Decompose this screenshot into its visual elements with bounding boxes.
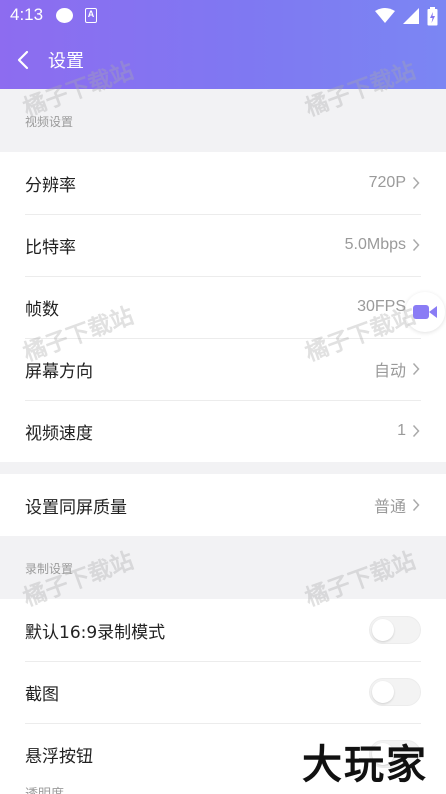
video-settings-group: 分辨率 720P 比特率 5.0Mbps 帧数 30FPS 屏幕方向 自动 视频… bbox=[0, 152, 446, 462]
setting-value: 5.0Mbps bbox=[344, 236, 406, 253]
setting-value: 自动 bbox=[373, 363, 406, 380]
section-label-record: 录制设置 bbox=[25, 562, 74, 576]
setting-label: 分辨率 bbox=[25, 175, 76, 196]
toggle-knob bbox=[372, 619, 394, 641]
setting-label: 默认16:9录制模式 bbox=[25, 622, 166, 643]
video-camera-icon bbox=[413, 305, 437, 319]
setting-value: 30FPS bbox=[357, 298, 406, 315]
setting-label: 悬浮按钮 bbox=[25, 746, 93, 767]
chevron-right-icon bbox=[412, 237, 422, 253]
chevron-right-icon bbox=[412, 497, 422, 513]
back-button[interactable] bbox=[10, 46, 36, 74]
setting-label: 截图 bbox=[25, 684, 59, 705]
toggle-knob bbox=[372, 681, 394, 703]
setting-row-16-9-mode: 默认16:9录制模式 bbox=[0, 599, 446, 661]
setting-row-screen-quality[interactable]: 设置同屏质量 普通 bbox=[0, 474, 446, 536]
page-title: 设置 bbox=[48, 51, 84, 72]
chevron-right-icon bbox=[412, 423, 422, 439]
app-header: 设置 bbox=[0, 32, 446, 89]
status-indicators bbox=[375, 6, 438, 26]
chevron-left-icon bbox=[17, 50, 29, 70]
setting-label: 比特率 bbox=[25, 237, 76, 258]
setting-label: 帧数 bbox=[25, 299, 59, 320]
toggle-switch[interactable] bbox=[369, 616, 421, 644]
setting-row-framerate[interactable]: 帧数 30FPS bbox=[0, 276, 446, 338]
setting-label: 屏幕方向 bbox=[25, 361, 93, 382]
wifi-icon bbox=[375, 8, 395, 23]
screen-quality-group: 设置同屏质量 普通 bbox=[0, 474, 446, 536]
setting-value: 普通 bbox=[373, 499, 406, 516]
section-label-video: 视频设置 bbox=[25, 115, 74, 129]
setting-label: 视频速度 bbox=[25, 423, 93, 444]
setting-label-opacity-partial: 透明度 bbox=[25, 783, 64, 794]
status-time: 4:13 bbox=[10, 5, 44, 24]
setting-row-video-speed[interactable]: 视频速度 1 bbox=[0, 400, 446, 462]
setting-row-screenshot: 截图 bbox=[0, 661, 446, 723]
chevron-right-icon bbox=[412, 175, 422, 191]
status-bar: 4:13 A bbox=[0, 0, 446, 32]
brand-logo-text: 大玩家 bbox=[302, 742, 428, 788]
a-badge-icon: A bbox=[85, 8, 97, 23]
setting-value: 720P bbox=[368, 174, 406, 191]
floating-record-button[interactable] bbox=[405, 292, 445, 332]
setting-value: 1 bbox=[397, 422, 406, 439]
chat-bubble-icon bbox=[56, 8, 73, 23]
setting-row-resolution[interactable]: 分辨率 720P bbox=[0, 152, 446, 214]
signal-icon bbox=[403, 8, 419, 24]
setting-row-orientation[interactable]: 屏幕方向 自动 bbox=[0, 338, 446, 400]
setting-row-bitrate[interactable]: 比特率 5.0Mbps bbox=[0, 214, 446, 276]
chevron-right-icon bbox=[412, 361, 422, 377]
battery-icon bbox=[427, 6, 438, 25]
toggle-switch[interactable] bbox=[369, 678, 421, 706]
setting-label: 设置同屏质量 bbox=[25, 497, 127, 518]
